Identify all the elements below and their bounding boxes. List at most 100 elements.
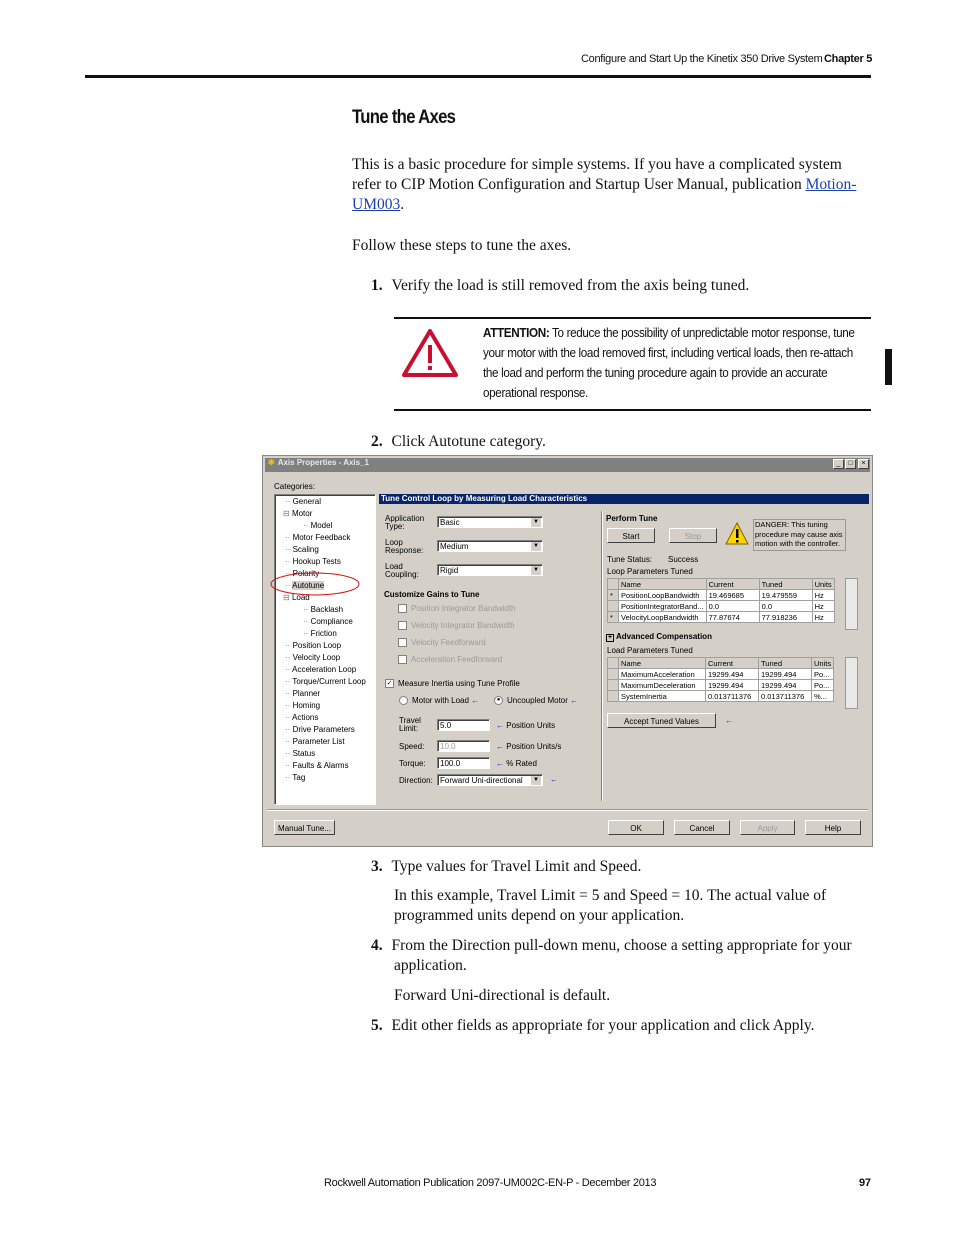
column-header[interactable]: Current <box>705 578 760 590</box>
table-cell: 19299.494 <box>758 668 812 680</box>
checkbox[interactable] <box>398 638 407 648</box>
checkbox[interactable] <box>398 604 407 614</box>
advanced-compensation-toggle[interactable]: + Advanced Compensation <box>606 632 712 642</box>
tree-item-parameter-list[interactable]: ·· Parameter List <box>285 737 345 746</box>
select-value: Rigid <box>440 566 459 575</box>
tree-line: ·· <box>285 725 293 734</box>
radio-motor-with-load[interactable]: Motor with Load ← <box>399 696 479 706</box>
table-row[interactable]: * PositionLoopBandwidth 19.469685 19.479559… <box>607 589 835 601</box>
select-value: Medium <box>440 542 469 551</box>
table-row[interactable]: PositionIntegratorBand... 0.0 0.0 Hz <box>607 600 835 612</box>
arrow-left-icon: ← <box>496 759 504 768</box>
step-text: Click Autotune category. <box>391 433 546 450</box>
column-header[interactable]: Tuned <box>758 657 812 669</box>
table-row[interactable]: SystemInertia 0.013711376 0.013711376%... <box>607 690 835 702</box>
column-header[interactable]: Name <box>618 657 706 669</box>
column-header[interactable]: Units <box>811 578 835 590</box>
tree-item-general[interactable]: ·· General <box>285 497 321 506</box>
tree-item-faults-alarms[interactable]: ·· Faults & Alarms <box>285 761 349 770</box>
radio-icon[interactable] <box>399 696 408 706</box>
close-button[interactable]: × <box>858 459 869 469</box>
tree-item-velocity-loop[interactable]: ·· Velocity Loop <box>285 653 340 662</box>
torque-input[interactable]: 100.0 <box>437 757 490 769</box>
checkbox[interactable] <box>398 655 407 665</box>
torque-label: Torque: <box>399 759 426 768</box>
stop-button[interactable]: Stop <box>669 528 717 543</box>
tree-line: ·· <box>303 605 311 614</box>
tree-item-planner[interactable]: ·· Planner <box>285 689 320 698</box>
application-type-label: Application Type: <box>385 514 425 531</box>
speed-input[interactable]: 10.0 <box>437 740 490 752</box>
column-header[interactable]: Current <box>705 657 759 669</box>
checkbox-velocity-feedforward[interactable]: Velocity Feedforward <box>398 638 486 648</box>
checkbox-measure-inertia[interactable]: ✓ Measure Inertia using Tune Profile <box>385 679 520 689</box>
step-5: 5. Edit other fields as appropriate for … <box>371 1016 871 1036</box>
tree-line: ·· <box>285 737 293 746</box>
minimize-button[interactable]: _ <box>833 459 844 469</box>
tree-line: ·· <box>285 497 293 506</box>
tree-line: ·· <box>285 749 293 758</box>
intro-paragraph: This is a basic procedure for simple sys… <box>352 155 857 215</box>
loop-params-grid[interactable]: Name Current Tuned Units * PositionLoopBandwi… <box>607 578 835 623</box>
checkbox-velocity-integrator[interactable]: Velocity Integrator Bandwidth <box>398 621 515 631</box>
checkbox[interactable] <box>398 621 407 631</box>
tree-item-position-loop[interactable]: ·· Position Loop <box>285 641 341 650</box>
tree-item-label: Acceleration Loop <box>292 665 357 674</box>
tree-item-homing[interactable]: ·· Homing <box>285 701 320 710</box>
table-row[interactable]: MaximumDeceleration 19299.494 19299.494 Po.… <box>607 679 835 691</box>
travel-limit-input[interactable]: 5.0 <box>437 719 490 731</box>
tree-item-motor-feedback[interactable]: ·· Motor Feedback <box>285 533 350 542</box>
table-cell: 19299.494 <box>705 679 759 691</box>
start-button[interactable]: Start <box>607 528 655 543</box>
arrow-left-icon: ← <box>550 775 558 784</box>
radio-uncoupled-motor[interactable]: ● Uncoupled Motor ← <box>494 696 578 706</box>
tree-item-scaling[interactable]: ·· Scaling <box>285 545 319 554</box>
tree-item-tag[interactable]: ·· Tag <box>285 773 305 782</box>
tree-item-hookup-tests[interactable]: ·· Hookup Tests <box>285 557 341 566</box>
tree-item-friction[interactable]: ·· Friction <box>303 629 337 638</box>
tree-item-model[interactable]: ·· Model <box>303 521 332 530</box>
scrollbar[interactable] <box>845 657 858 709</box>
tree-item-motor[interactable]: ⊟ Motor <box>283 509 312 518</box>
check-icon[interactable]: ✓ <box>385 679 394 689</box>
load-coupling-select[interactable]: Rigid ▼ <box>437 564 543 576</box>
intro-text: This is a basic procedure for simple sys… <box>352 156 842 193</box>
manual-tune-button[interactable]: Manual Tune... <box>274 820 335 835</box>
tree-item-label: Friction <box>310 629 337 638</box>
application-type-select[interactable]: Basic ▼ <box>437 516 543 528</box>
tree-item-drive-parameters[interactable]: ·· Drive Parameters <box>285 725 355 734</box>
maximize-button[interactable]: □ <box>845 459 856 469</box>
column-header[interactable]: Name <box>618 578 707 590</box>
table-row[interactable]: * VelocityLoopBandwidth 77.87674 77.918236 H… <box>607 611 835 623</box>
tree-item-acceleration-loop[interactable]: ·· Acceleration Loop <box>285 665 356 674</box>
table-cell <box>607 690 619 702</box>
apply-button[interactable]: Apply <box>740 820 795 835</box>
help-button[interactable]: Help <box>805 820 861 835</box>
column-header[interactable]: Units <box>810 657 835 669</box>
tree-item-backlash[interactable]: ·· Backlash <box>303 605 343 614</box>
categories-tree[interactable]: ·· General ⊟ Motor ·· Model ·· Motor Feedba… <box>274 494 376 805</box>
checkbox-acceleration-feedforward[interactable]: Acceleration Feedforward <box>398 655 502 665</box>
loop-params-table[interactable]: Name Current Tuned Units * PositionLoopBandwi… <box>607 578 835 623</box>
table-cell: 77.918236 <box>758 611 813 623</box>
load-params-table[interactable]: Name Current Tuned Units MaximumAcceleration… <box>607 657 835 702</box>
accept-tuned-values-button[interactable]: Accept Tuned Values <box>607 713 716 728</box>
ok-button[interactable]: OK <box>608 820 664 835</box>
scrollbar[interactable] <box>845 578 858 630</box>
collapse-icon[interactable]: ⊟ <box>283 509 292 518</box>
column-header[interactable]: Tuned <box>758 578 813 590</box>
direction-select[interactable]: Forward Uni-directional ▼ <box>437 774 543 786</box>
divider <box>601 511 603 801</box>
tree-item-compliance[interactable]: ·· Compliance <box>303 617 353 626</box>
tree-item-status[interactable]: ·· Status <box>285 749 315 758</box>
loop-response-select[interactable]: Medium ▼ <box>437 540 543 552</box>
table-row[interactable]: MaximumAcceleration 19299.494 19299.494 Po.… <box>607 668 835 680</box>
radio-selected-icon[interactable]: ● <box>494 696 503 706</box>
tree-item-torque-current-loop[interactable]: ·· Torque/Current Loop <box>285 677 366 686</box>
load-params-grid[interactable]: Name Current Tuned Units MaximumAcceleration… <box>607 657 835 702</box>
cancel-button[interactable]: Cancel <box>674 820 730 835</box>
tree-item-actions[interactable]: ·· Actions <box>285 713 318 722</box>
expand-plus-icon[interactable]: + <box>606 634 614 642</box>
tree-item-label: Actions <box>292 713 319 722</box>
checkbox-position-integrator[interactable]: Position Integrator Bandwidth <box>398 604 516 614</box>
